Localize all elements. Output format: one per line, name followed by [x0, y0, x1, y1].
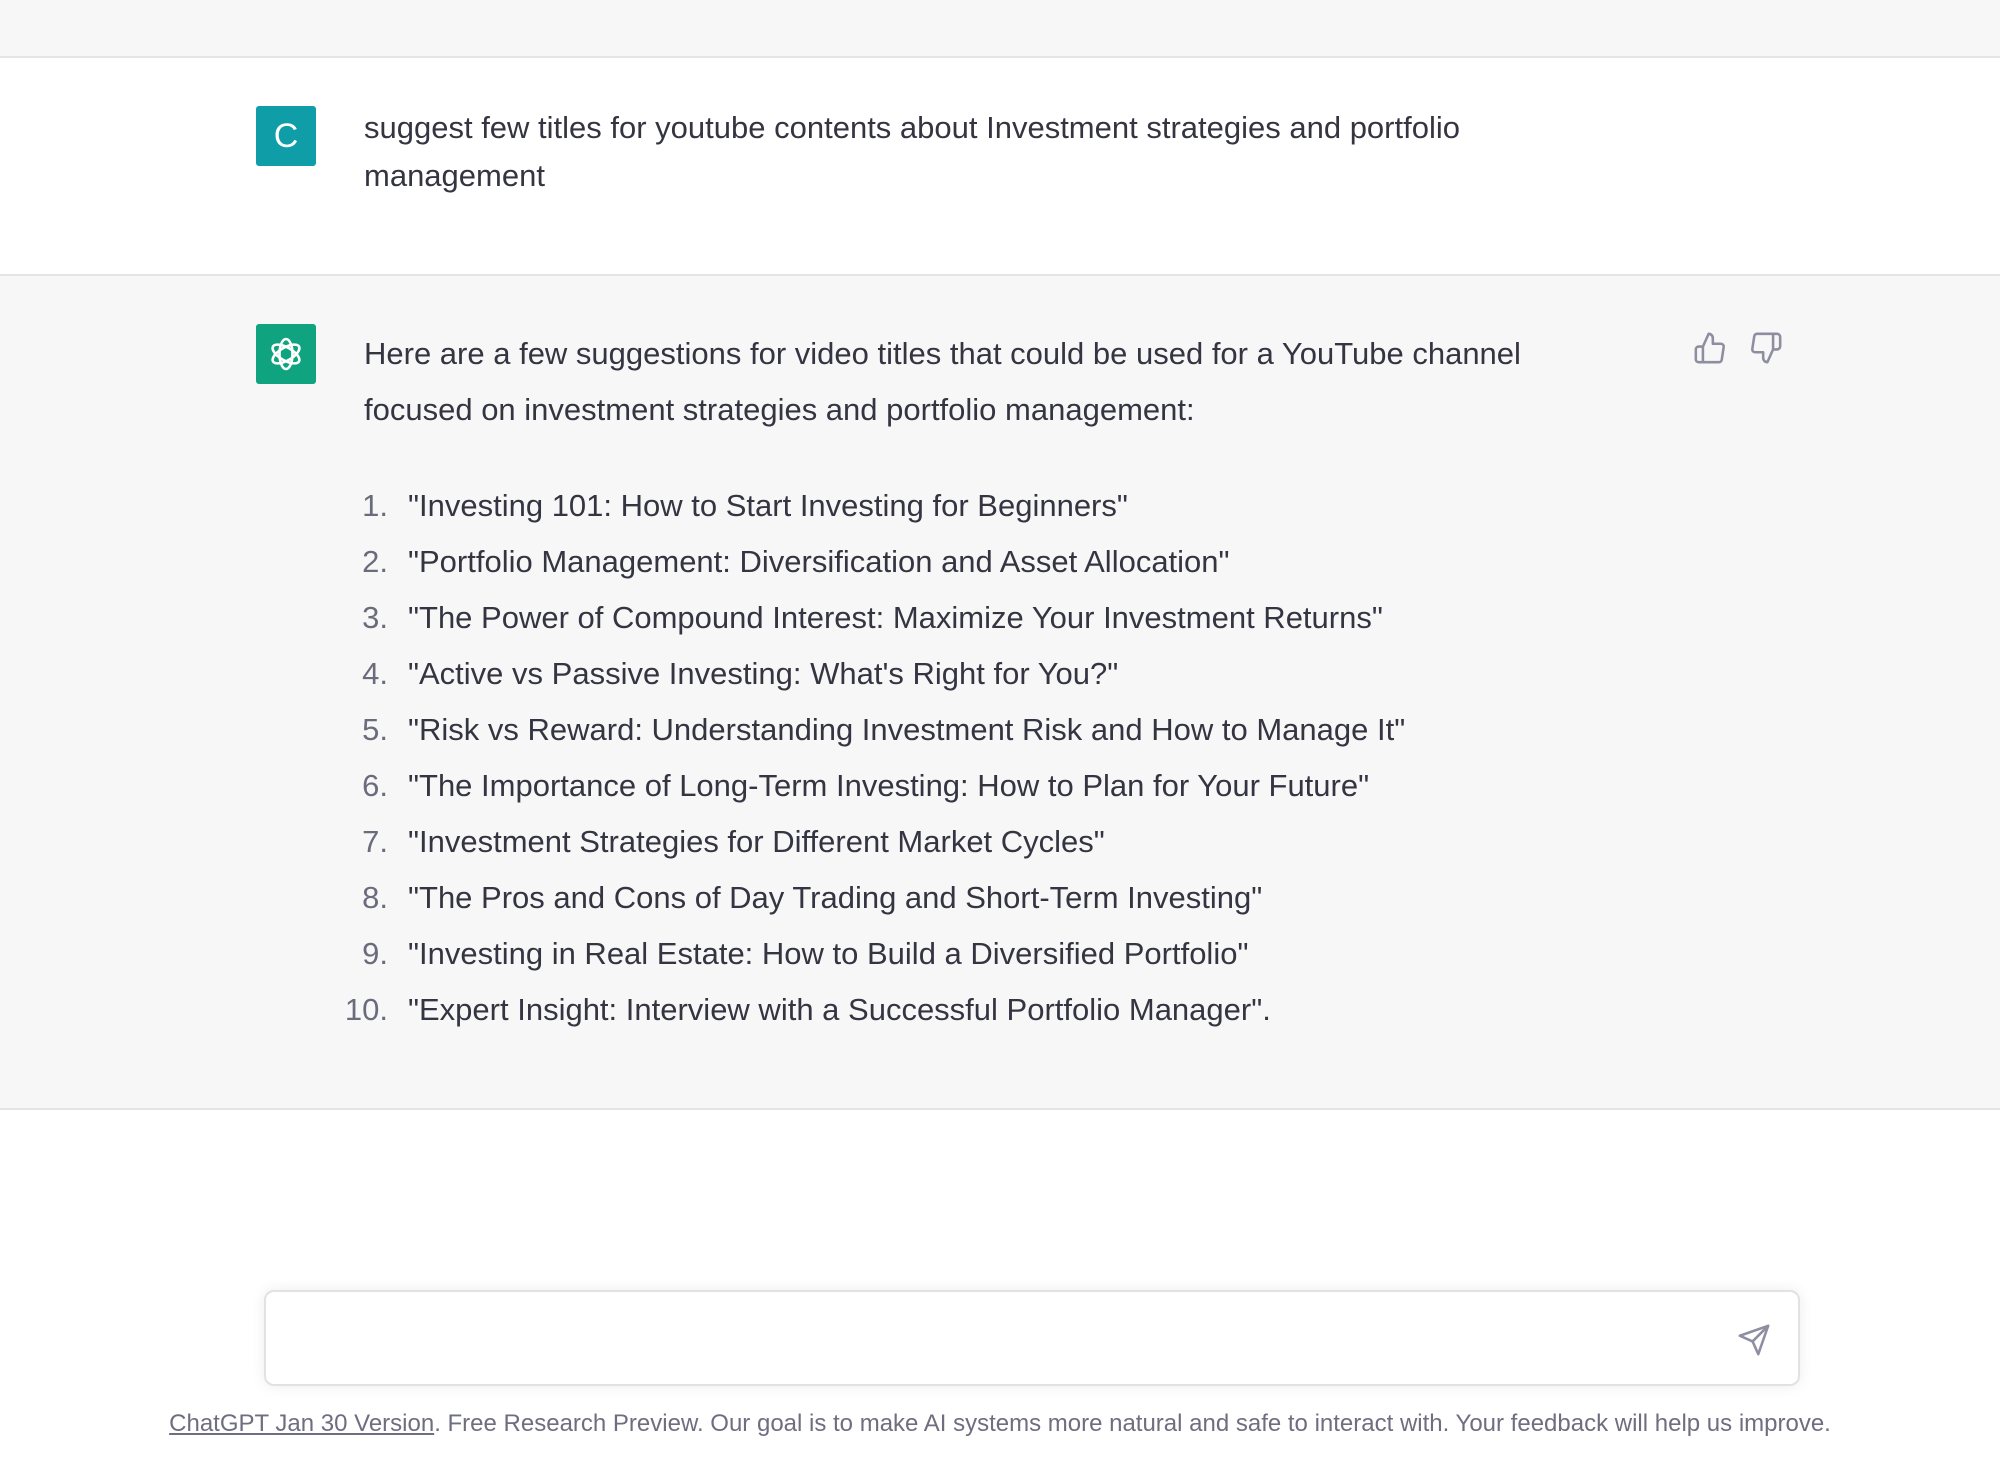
list-item-text: "The Pros and Cons of Day Trading and Sh… — [408, 880, 1263, 915]
list-number: 7. — [362, 824, 388, 859]
thumbs-down-button[interactable] — [1746, 328, 1786, 368]
title-suggestions-list: 1. "Investing 101: How to Start Investing… — [330, 478, 1405, 1038]
assistant-avatar — [256, 324, 316, 384]
thumbs-up-icon — [1694, 332, 1725, 364]
user-message-row: C suggest few titles for youtube content… — [0, 58, 2000, 276]
list-item: 5. "Risk vs Reward: Understanding Investm… — [330, 702, 1405, 758]
send-button[interactable] — [1732, 1318, 1776, 1362]
list-number: 2. — [362, 544, 388, 579]
message-input[interactable] — [290, 1318, 1694, 1364]
list-item: 4. "Active vs Passive Investing: What's R… — [330, 646, 1405, 702]
top-bar — [0, 0, 2000, 58]
user-avatar-letter: C — [273, 116, 299, 155]
list-item-text: "Active vs Passive Investing: What's Rig… — [408, 656, 1119, 691]
list-item: 3. "The Power of Compound Interest: Maxim… — [330, 590, 1405, 646]
list-number: 4. — [362, 656, 388, 691]
list-number: 3. — [362, 600, 388, 635]
list-number: 10. — [344, 992, 388, 1027]
thumbs-up-button[interactable] — [1690, 328, 1730, 368]
assistant-message-row: Here are a few suggestions for video tit… — [0, 276, 2000, 1110]
user-avatar: C — [256, 106, 316, 166]
list-number: 5. — [362, 712, 388, 747]
thumbs-down-icon — [1751, 332, 1782, 364]
assistant-intro-text: Here are a few suggestions for video tit… — [364, 336, 1521, 427]
list-item: 8. "The Pros and Cons of Day Trading and … — [330, 870, 1405, 926]
message-composer — [264, 1290, 1800, 1386]
send-icon — [1738, 1324, 1770, 1356]
user-message-text: suggest few titles for youtube contents … — [364, 110, 1460, 193]
list-item: 10. "Expert Insight: Interview with a Suc… — [330, 982, 1405, 1038]
list-number: 9. — [362, 936, 388, 971]
list-number: 1. — [362, 488, 388, 523]
list-item-text: "Investing in Real Estate: How to Build … — [408, 936, 1249, 971]
list-item: 9. "Investing in Real Estate: How to Buil… — [330, 926, 1405, 982]
footer-text: . Free Research Preview. Our goal is to … — [434, 1410, 1831, 1437]
list-number: 8. — [362, 880, 388, 915]
list-item-text: "Portfolio Management: Diversification a… — [408, 544, 1230, 579]
list-item-text: "Expert Insight: Interview with a Succes… — [408, 992, 1271, 1027]
list-item: 6. "The Importance of Long-Term Investing… — [330, 758, 1405, 814]
list-item: 1. "Investing 101: How to Start Investing… — [330, 478, 1405, 534]
list-item: 7. "Investment Strategies for Different M… — [330, 814, 1405, 870]
list-number: 6. — [362, 768, 388, 803]
list-item-text: "The Importance of Long-Term Investing: … — [408, 768, 1370, 803]
list-item-text: "The Power of Compound Interest: Maximiz… — [408, 600, 1383, 635]
list-item-text: "Investment Strategies for Different Mar… — [408, 824, 1105, 859]
version-link[interactable]: ChatGPT Jan 30 Version — [169, 1410, 434, 1437]
openai-logo-icon — [271, 337, 301, 371]
list-item: 2. "Portfolio Management: Diversification… — [330, 534, 1405, 590]
list-item-text: "Investing 101: How to Start Investing f… — [408, 488, 1128, 523]
list-item-text: "Risk vs Reward: Understanding Investmen… — [408, 712, 1406, 747]
footer-disclaimer: ChatGPT Jan 30 Version. Free Research Pr… — [0, 1410, 2000, 1438]
